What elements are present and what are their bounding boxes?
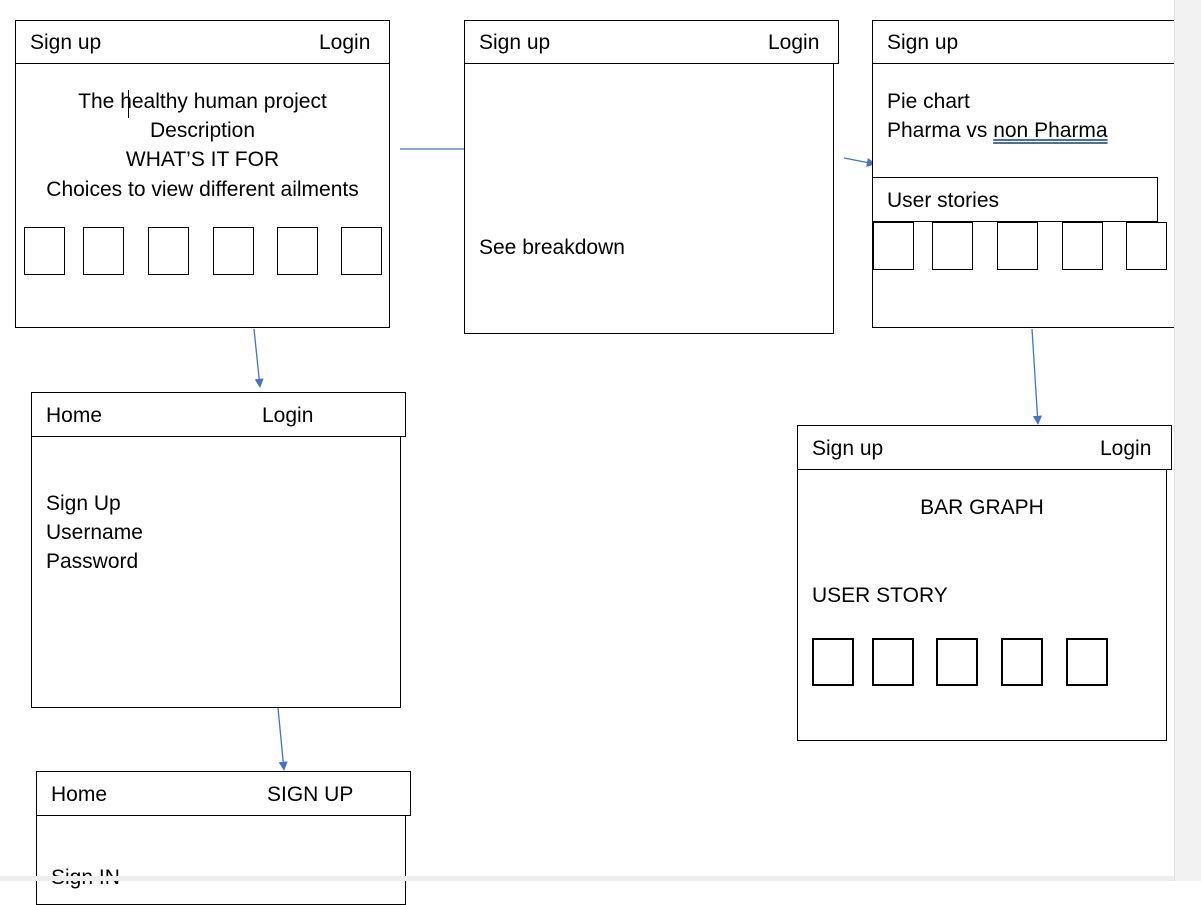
see-breakdown-link[interactable]: See breakdown	[479, 236, 625, 260]
user-stories-label: User stories	[887, 189, 1000, 212]
signin-body	[36, 815, 406, 905]
nav-login-link[interactable]: Login	[768, 31, 819, 55]
home-description: Description	[149, 119, 256, 142]
pie-chart-subtitle: Pharma vs non Pharma	[887, 119, 1108, 143]
nav-signup-link[interactable]: Sign up	[479, 31, 550, 55]
arrow-signup-to-signin	[277, 707, 288, 771]
pie-subtitle-prefix: Pharma vs	[887, 119, 994, 142]
user-story-tile[interactable]	[873, 222, 914, 270]
ailment-tile[interactable]	[148, 227, 189, 275]
pie-subtitle-underlined: non Pharma	[993, 119, 1108, 142]
user-story-tile[interactable]	[1062, 222, 1103, 270]
text-cursor	[128, 90, 129, 118]
nav-signup-link[interactable]: SIGN UP	[267, 783, 353, 807]
home-title: The healthy human project	[78, 90, 327, 113]
arrow-breakdown-to-pie	[843, 157, 876, 167]
user-story-label: USER STORY	[812, 584, 948, 607]
home-purpose: WHAT’S IT FOR	[125, 148, 280, 171]
wireframe-canvas: { "frames": { "home": { "nav_left": "Sig…	[0, 0, 1201, 905]
user-story-tile[interactable]	[1126, 222, 1167, 270]
nav-signup-link[interactable]: Sign up	[812, 437, 883, 461]
bar-graph-label: BAR GRAPH	[920, 496, 1044, 519]
breakdown-body	[464, 63, 834, 334]
home-choices-text: Choices to view different ailments	[46, 178, 359, 201]
nav-login-link[interactable]: Login	[319, 31, 370, 55]
user-story-tile[interactable]	[1001, 638, 1043, 686]
pie-chart-label: Pie chart	[887, 90, 970, 113]
ailment-tile[interactable]	[277, 227, 318, 275]
signup-heading: Sign Up	[46, 492, 121, 515]
user-story-tile[interactable]	[812, 638, 854, 686]
horizontal-scrollbar-track[interactable]	[0, 876, 1174, 881]
user-story-tile[interactable]	[872, 638, 914, 686]
nav-login-link[interactable]: Login	[1100, 437, 1151, 461]
nav-home-link[interactable]: Home	[46, 404, 102, 428]
nav-login-link[interactable]: Login	[262, 404, 313, 428]
username-field[interactable]: Username	[46, 521, 143, 545]
ailment-tile[interactable]	[213, 227, 254, 275]
user-story-tile[interactable]	[936, 638, 978, 686]
arrow-home-to-signup	[253, 328, 264, 388]
user-story-tile[interactable]	[997, 222, 1038, 270]
nav-home-link[interactable]: Home	[51, 783, 107, 807]
ailment-tile[interactable]	[83, 227, 124, 275]
nav-signup-link[interactable]: Sign up	[887, 31, 958, 55]
vertical-scrollbar-track[interactable]	[1174, 0, 1201, 881]
ailment-tile[interactable]	[24, 227, 65, 275]
password-field[interactable]: Password	[46, 550, 138, 574]
user-story-tile[interactable]	[1066, 638, 1108, 686]
arrow-pie-to-bar	[1031, 328, 1043, 425]
nav-signup-link[interactable]: Sign up	[30, 31, 101, 55]
user-story-tile[interactable]	[932, 222, 973, 270]
ailment-tile[interactable]	[341, 227, 382, 275]
